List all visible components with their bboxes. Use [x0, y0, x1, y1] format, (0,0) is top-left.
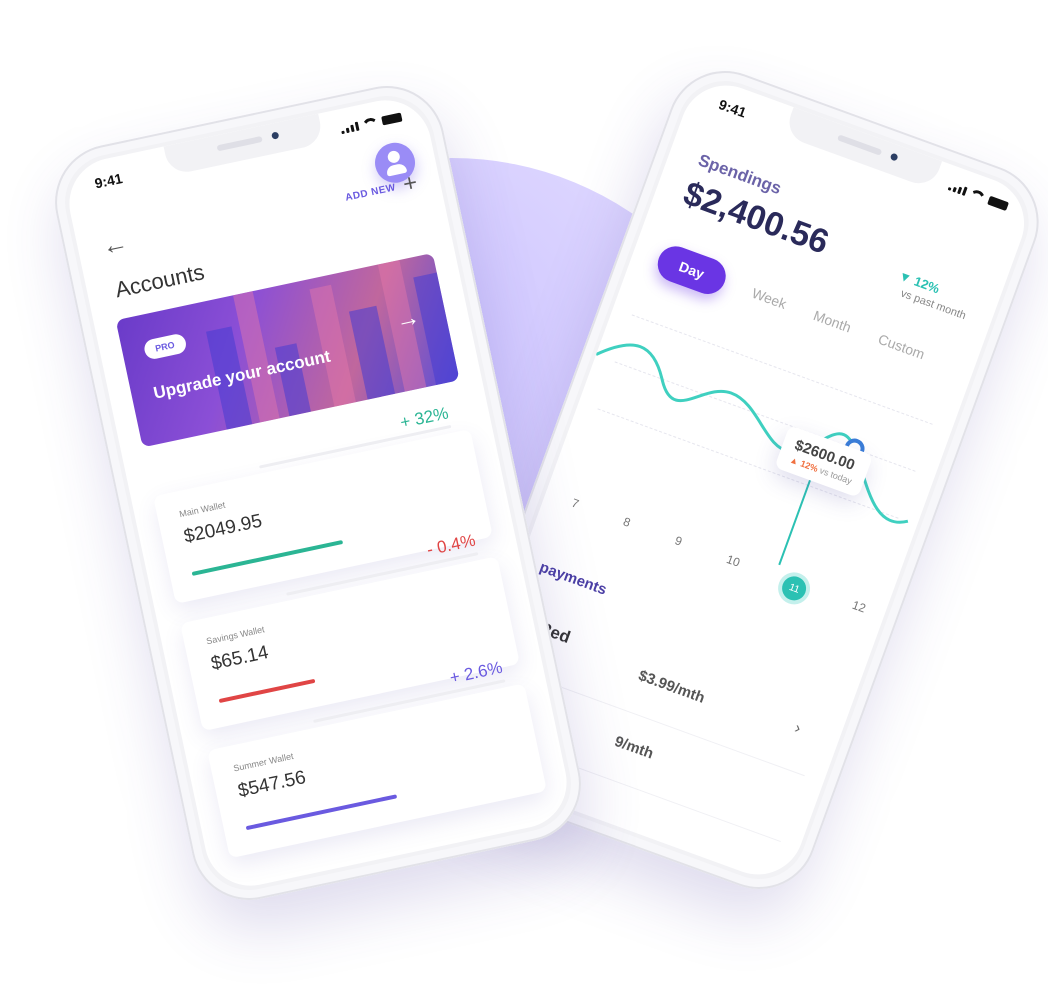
add-new-button[interactable]: ADD NEW + — [343, 169, 421, 212]
tab-day[interactable]: Day — [652, 241, 731, 299]
signal-icon — [340, 121, 360, 135]
battery-icon — [381, 112, 403, 126]
banner-decoration — [309, 284, 356, 407]
add-new-label: ADD NEW — [344, 181, 397, 204]
wifi-icon — [362, 117, 378, 130]
chevron-right-icon: › — [792, 719, 804, 738]
status-icons — [340, 112, 403, 135]
page-title: Accounts — [112, 259, 207, 303]
status-icons — [947, 180, 1010, 212]
arrow-right-icon[interactable]: → — [393, 303, 422, 335]
wallet-progress-fill — [218, 678, 316, 704]
wifi-icon — [969, 188, 986, 202]
plus-icon: + — [400, 168, 421, 199]
back-arrow-icon[interactable]: ← — [99, 226, 131, 262]
signal-icon — [947, 181, 968, 196]
phone-notch — [163, 113, 325, 176]
wallet-amount: $547.56 — [236, 767, 308, 802]
payments-section-title: payments — [537, 558, 609, 599]
status-time: 9:41 — [716, 96, 749, 121]
x-label[interactable]: 10 — [721, 552, 742, 579]
tab-week[interactable]: Week — [750, 285, 789, 312]
tab-month[interactable]: Month — [811, 307, 853, 335]
pro-badge: PRO — [142, 332, 188, 361]
wallet-amount: $2049.95 — [182, 510, 264, 548]
status-time: 9:41 — [93, 169, 124, 192]
payment-price: 9/mth — [612, 732, 656, 763]
wallet-label: Main Wallet — [178, 499, 227, 520]
phone-notch — [783, 107, 943, 190]
tab-custom[interactable]: Custom — [876, 331, 927, 363]
battery-icon — [987, 195, 1009, 212]
payment-price: $3.99/mth — [636, 667, 708, 707]
banner-decoration — [348, 305, 396, 400]
wallet-amount: $65.14 — [209, 642, 271, 675]
wallet-progress-fill — [191, 539, 344, 576]
wallet-divider — [259, 424, 452, 469]
x-label[interactable]: 8 — [618, 514, 632, 539]
wallet-progress-fill — [245, 794, 398, 831]
x-label[interactable]: 9 — [670, 533, 684, 558]
spendings-line — [595, 343, 909, 524]
